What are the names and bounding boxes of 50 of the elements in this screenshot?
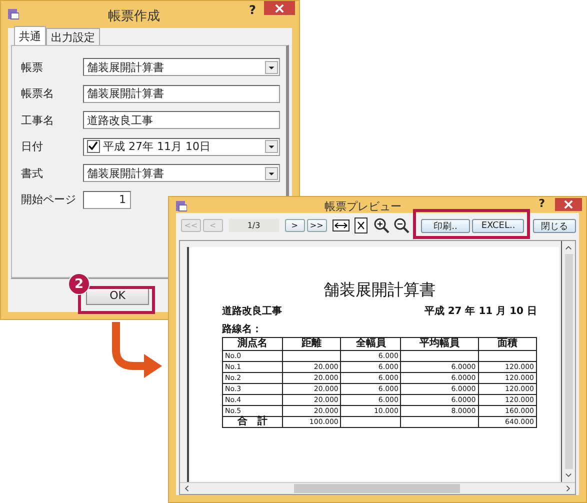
dropdown-field[interactable]: 舗装展開計算書	[83, 164, 280, 182]
close-icon	[275, 4, 284, 12]
route-label: 路線名：	[222, 322, 263, 336]
column-header: 距離	[282, 338, 341, 350]
column-header: 全幅員	[340, 338, 401, 350]
tab[interactable]: 共通	[14, 26, 46, 45]
close-icon	[564, 200, 573, 209]
dropdown-field[interactable]: 舗装展開計算書	[83, 58, 280, 76]
field-label: 開始ページ	[21, 192, 77, 207]
horizontal-scrollbar[interactable]	[180, 482, 575, 494]
app-icon	[175, 200, 187, 212]
fit-width-icon[interactable]	[332, 217, 350, 234]
window-title: 帳票プレビュー	[323, 199, 402, 214]
date-field[interactable]: 平成 27年 11月 10日	[83, 138, 280, 156]
help-button[interactable]: ?	[249, 1, 264, 17]
close-button[interactable]	[264, 1, 295, 15]
nav-button[interactable]: >	[284, 219, 305, 232]
field-label: 工事名	[21, 112, 55, 128]
close-button[interactable]	[555, 198, 582, 211]
report-title: 舗装展開計算書	[322, 280, 436, 301]
toolbar-button[interactable]: EXCEL..	[472, 218, 524, 232]
field-label: 書式	[21, 166, 44, 180]
column-header: 測点名	[222, 338, 283, 350]
app-icon	[7, 8, 19, 20]
nav-button[interactable]: >>	[306, 219, 327, 232]
close-button[interactable]: 閉じる	[533, 218, 576, 232]
field-label: 日付	[21, 139, 44, 154]
zoom-in-icon[interactable]	[372, 217, 390, 234]
field-label: 帳票名	[21, 86, 55, 101]
field-label: 帳票	[21, 60, 44, 74]
project-name: 道路改良工事	[222, 304, 282, 318]
column-header: 面積	[478, 338, 536, 350]
caret-icon	[265, 166, 278, 180]
tab[interactable]: 出力設定	[46, 28, 100, 45]
caret-icon	[265, 140, 278, 153]
help-button[interactable]: ?	[538, 197, 555, 210]
check-icon	[88, 141, 98, 151]
zoom-out-icon[interactable]	[392, 217, 410, 234]
report-date: 平成 27 年 11 月 10 日	[424, 304, 537, 318]
column-header: 平均幅員	[400, 338, 478, 350]
input-field[interactable]: 道路改良工事	[83, 111, 280, 129]
window-title: 帳票作成	[107, 8, 162, 25]
input-field[interactable]: 1	[83, 190, 131, 208]
checkbox[interactable]	[87, 140, 100, 153]
caret-icon	[265, 60, 278, 74]
table-cell: 合 計	[222, 416, 283, 428]
page-field[interactable]: 1/3	[228, 219, 279, 232]
fit-page-icon[interactable]	[352, 217, 370, 234]
input-field[interactable]: 舗装展開計算書	[83, 84, 280, 102]
toolbar-button[interactable]: 印刷..	[420, 218, 470, 232]
